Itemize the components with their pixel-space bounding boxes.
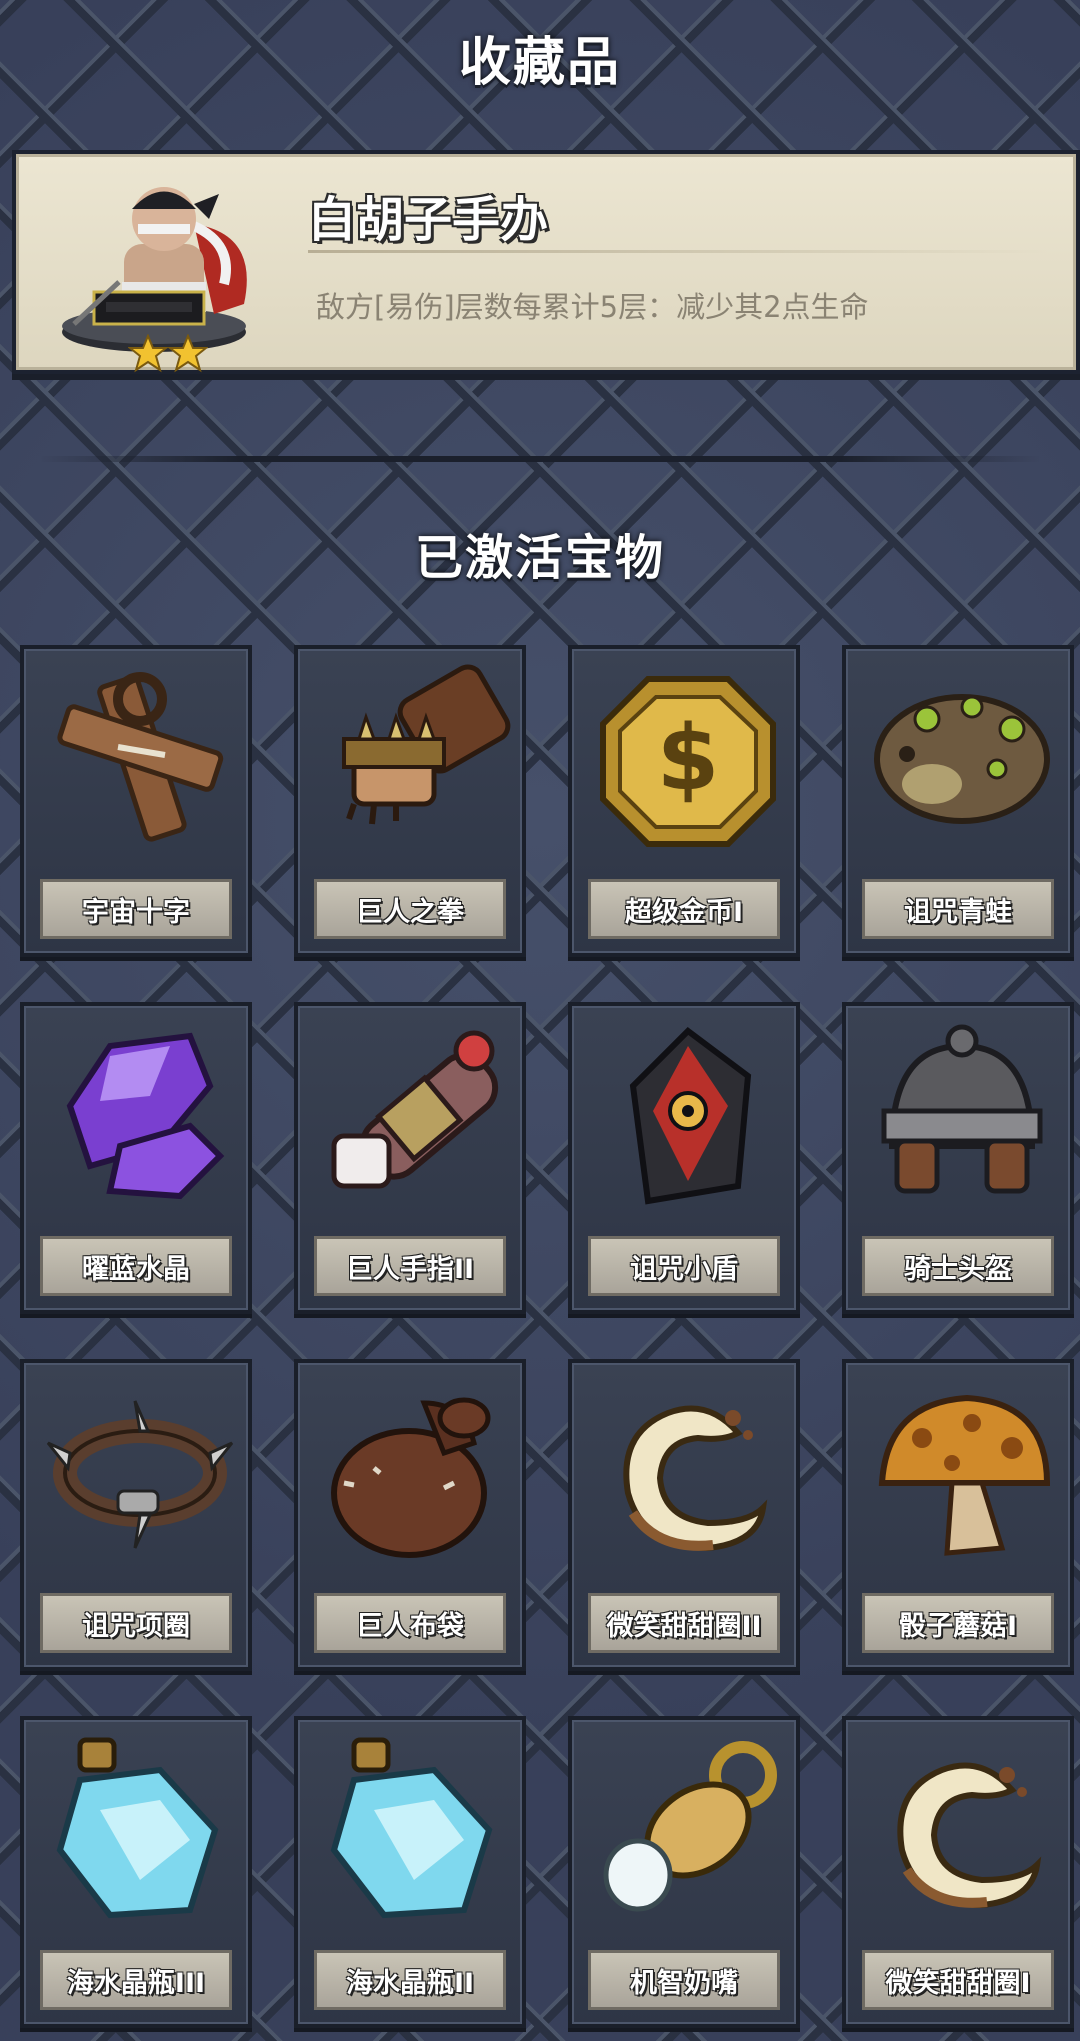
treasure-label: 微笑甜甜圈II bbox=[588, 1593, 780, 1653]
treasure-grid: 宇宙十字 巨人之拳 $ 超级金币I 诅咒青蛙 曜蓝水晶 巨人手指II 诅咒小盾 … bbox=[20, 645, 1080, 2028]
treasure-tile[interactable]: 诅咒小盾 bbox=[568, 1002, 800, 1314]
cursed-shield-icon bbox=[629, 1027, 752, 1205]
treasure-tile[interactable]: 海水晶瓶III bbox=[20, 1716, 252, 2028]
purple-crystal-icon bbox=[66, 1032, 225, 1200]
treasure-label: 骰子蘑菇I bbox=[862, 1593, 1054, 1653]
cloth-sack-icon bbox=[331, 1397, 491, 1558]
section-divider bbox=[40, 456, 1040, 462]
crystal-bottle-icon bbox=[56, 1737, 219, 1919]
dice-mushroom-icon bbox=[878, 1394, 1051, 1556]
featured-name: 白胡子手办 bbox=[308, 192, 549, 248]
treasure-tile[interactable]: 宇宙十字 bbox=[20, 645, 252, 957]
treasure-tile[interactable]: 巨人布袋 bbox=[294, 1359, 526, 1671]
treasure-label: 诅咒项圈 bbox=[40, 1593, 232, 1653]
treasure-label: 巨人之拳 bbox=[314, 879, 506, 939]
treasure-label: 骑士头盔 bbox=[862, 1236, 1054, 1296]
treasure-label: 海水晶瓶II bbox=[314, 1950, 506, 2010]
treasure-tile[interactable]: 巨人之拳 bbox=[294, 645, 526, 957]
treasure-label: 宇宙十字 bbox=[40, 879, 232, 939]
featured-divider bbox=[308, 250, 1048, 253]
treasure-tile[interactable]: 骑士头盔 bbox=[842, 1002, 1074, 1314]
knight-helmet-icon bbox=[881, 1024, 1043, 1194]
wooden-cross-icon bbox=[57, 672, 224, 842]
treasure-tile[interactable]: $ 超级金币I bbox=[568, 645, 800, 957]
smile-donut-icon bbox=[897, 1762, 1042, 1909]
treasure-tile[interactable]: 微笑甜甜圈II bbox=[568, 1359, 800, 1671]
pacifier-icon bbox=[603, 1741, 777, 1912]
treasure-tile[interactable]: 机智奶嘴 bbox=[568, 1716, 800, 2028]
featured-collectible-card[interactable]: 白胡子手办 敌方[易伤]层数每累计5层：减少其2点生命 bbox=[12, 150, 1080, 374]
treasure-tile[interactable]: 骰子蘑菇I bbox=[842, 1359, 1074, 1671]
treasure-tile[interactable]: 诅咒青蛙 bbox=[842, 645, 1074, 957]
treasure-label: 超级金币I bbox=[588, 879, 780, 939]
giant-finger-icon bbox=[331, 1030, 499, 1189]
section-title: 已激活宝物 bbox=[414, 530, 665, 586]
treasure-label: 机智奶嘴 bbox=[588, 1950, 780, 2010]
featured-description: 敌方[易伤]层数每累计5层：减少其2点生命 bbox=[316, 290, 869, 324]
treasure-tile[interactable]: 微笑甜甜圈I bbox=[842, 1716, 1074, 2028]
page-title: 收藏品 bbox=[458, 33, 621, 93]
treasure-tile[interactable]: 海水晶瓶II bbox=[294, 1716, 526, 2028]
gold-coin-icon: $ bbox=[600, 676, 776, 847]
treasure-label: 巨人手指II bbox=[314, 1236, 506, 1296]
svg-text:$: $ bbox=[657, 706, 720, 811]
treasure-label: 诅咒青蛙 bbox=[862, 879, 1054, 939]
crystal-bottle-icon bbox=[330, 1737, 493, 1919]
treasure-tile[interactable]: 巨人手指II bbox=[294, 1002, 526, 1314]
spiked-collar-icon bbox=[46, 1400, 234, 1549]
smile-donut-icon bbox=[623, 1405, 768, 1552]
rating-stars-icon bbox=[128, 334, 208, 373]
treasure-label: 诅咒小盾 bbox=[588, 1236, 780, 1296]
treasure-tile[interactable]: 曜蓝水晶 bbox=[20, 1002, 252, 1314]
treasure-label: 曜蓝水晶 bbox=[40, 1236, 232, 1296]
cursed-frog-icon bbox=[874, 694, 1050, 824]
giant-fist-icon bbox=[342, 664, 511, 825]
treasure-label: 微笑甜甜圈I bbox=[862, 1950, 1054, 2010]
treasure-label: 巨人布袋 bbox=[314, 1593, 506, 1653]
treasure-label: 海水晶瓶III bbox=[40, 1950, 232, 2010]
treasure-tile[interactable]: 诅咒项圈 bbox=[20, 1359, 252, 1671]
